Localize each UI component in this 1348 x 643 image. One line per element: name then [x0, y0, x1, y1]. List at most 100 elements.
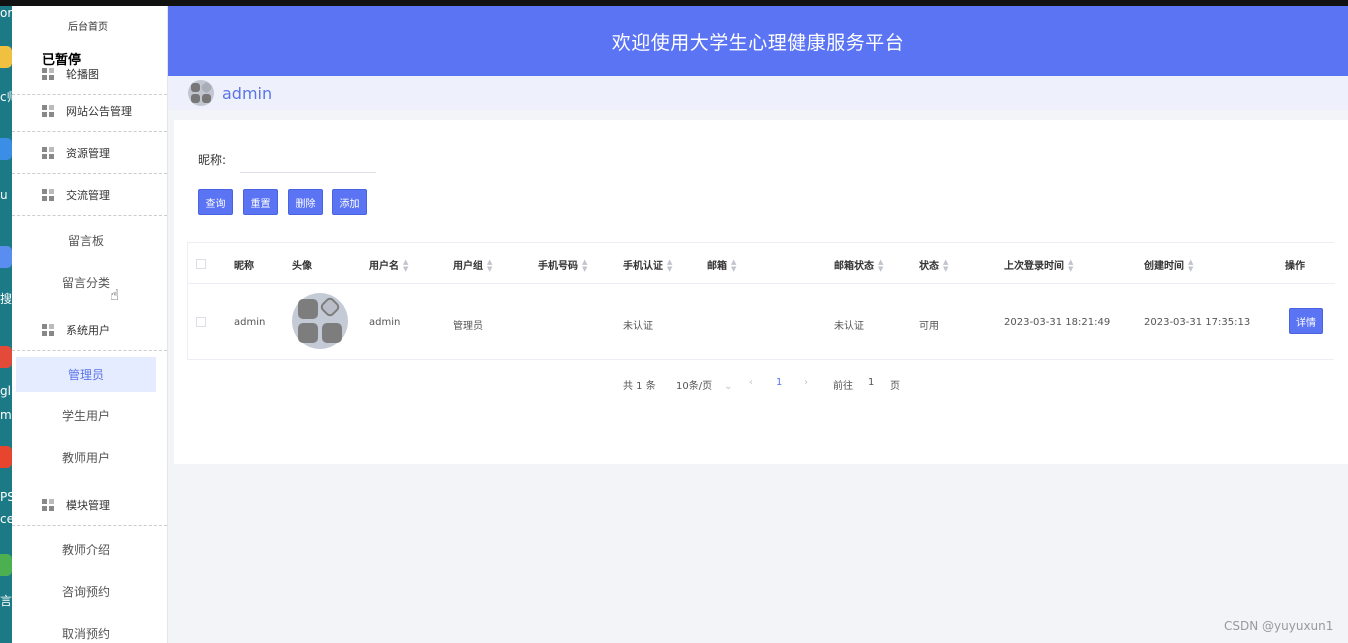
query-button[interactable]: 查询	[198, 189, 233, 215]
column-header-sortable[interactable]: 邮箱 ▲ ▼	[707, 257, 736, 273]
sidebar-home-link[interactable]: 后台首页	[12, 18, 164, 33]
sort-caret-icon[interactable]: ▲ ▼	[1068, 259, 1073, 273]
sidebar-group-label: 系统用户	[66, 323, 110, 337]
cell-phone-verified: 未认证	[623, 321, 653, 332]
sidebar-group-label: 模块管理	[66, 498, 110, 512]
pagination-total: 共 1 条	[623, 381, 656, 392]
desktop-app-icon[interactable]	[0, 246, 12, 268]
sidebar-item-message-board[interactable]: 留言板	[16, 223, 156, 258]
sort-caret-icon[interactable]: ▲ ▼	[667, 259, 672, 273]
sort-caret-icon[interactable]: ▲ ▼	[943, 259, 948, 273]
sidebar-item-student-users[interactable]: 学生用户	[16, 398, 156, 433]
desktop-app-icon[interactable]	[0, 346, 12, 368]
grid-icon	[42, 146, 54, 159]
sidebar-group-carousel[interactable]: 轮播图	[12, 53, 167, 95]
nickname-search-input[interactable]	[240, 145, 376, 173]
page-size-value: 10条/页	[676, 381, 713, 392]
top-header: 欢迎使用大学生心理健康服务平台	[168, 6, 1348, 76]
sidebar-item-message-category[interactable]: 留言分类	[16, 265, 156, 300]
avatar[interactable]	[188, 80, 214, 106]
sidebar-item-cancel-booking[interactable]: 取消预约	[16, 616, 156, 643]
sidebar-item-teacher-users[interactable]: 教师用户	[16, 440, 156, 475]
desktop-app-icon[interactable]	[0, 138, 12, 160]
grid-icon	[42, 104, 54, 117]
sidebar-group-exchange[interactable]: 交流管理	[12, 174, 167, 216]
row-checkbox[interactable]	[196, 317, 206, 327]
reset-button[interactable]: 重置	[243, 189, 278, 215]
column-header-sortable[interactable]: 手机号码 ▲ ▼	[538, 257, 587, 273]
column-header-sortable[interactable]: 状态 ▲ ▼	[919, 257, 948, 273]
column-header-sortable[interactable]: 邮箱状态 ▲ ▼	[834, 257, 883, 273]
sidebar-item-consult-booking[interactable]: 咨询预约	[16, 574, 156, 609]
add-button[interactable]: 添加	[332, 189, 367, 215]
column-header-label: 状态	[919, 261, 939, 272]
desktop-label: 搜	[0, 292, 12, 306]
sidebar-item-teacher-intro[interactable]: 教师介绍	[16, 532, 156, 567]
desktop-background: or c师 u 搜 gl m PS ce 言	[0, 6, 12, 643]
column-header-sortable[interactable]: 手机认证 ▲ ▼	[623, 257, 672, 273]
grid-icon	[42, 188, 54, 201]
delete-button[interactable]: 删除	[288, 189, 323, 215]
hand-cursor-icon: ☝	[110, 286, 120, 304]
user-bar: admin	[168, 76, 1348, 110]
users-table: 昵称 头像 用户名 ▲ ▼ 用户组 ▲ ▼ 手机号码 ▲ ▼ 手机认证 ▲ ▼ 邮箱 ▲ ▼ 邮箱状…	[187, 242, 1335, 360]
column-header-sortable[interactable]: 上次登录时间 ▲ ▼	[1004, 257, 1073, 273]
page-number-current[interactable]: 1	[776, 377, 782, 388]
cell-status: 可用	[919, 321, 939, 332]
column-header-label: 用户名	[369, 261, 399, 272]
desktop-label: m	[0, 408, 12, 422]
cell-username: admin	[369, 317, 401, 328]
cell-created: 2023-03-31 17:35:13	[1144, 317, 1251, 328]
column-header-label: 手机认证	[623, 261, 663, 272]
header-divider	[188, 283, 1335, 284]
sort-caret-icon[interactable]: ▲ ▼	[1188, 259, 1193, 273]
sidebar-group-label: 资源管理	[66, 146, 110, 160]
sort-caret-icon[interactable]: ▲ ▼	[731, 259, 736, 273]
grid-icon	[42, 67, 54, 80]
desktop-label: c师	[0, 90, 12, 104]
chevron-down-icon: ⌄	[724, 381, 733, 392]
current-username: admin	[222, 83, 273, 103]
paused-overlay-text: 已暂停	[42, 53, 82, 68]
next-page-icon[interactable]: ›	[804, 377, 808, 388]
sort-caret-icon[interactable]: ▲ ▼	[878, 259, 883, 273]
desktop-label: ce	[0, 512, 12, 526]
sort-caret-icon[interactable]: ▲ ▼	[487, 259, 492, 273]
cell-group: 管理员	[453, 321, 483, 332]
column-header-label: 手机号码	[538, 261, 578, 272]
sidebar-group-system-users[interactable]: 系统用户	[12, 309, 167, 351]
grid-icon	[42, 498, 54, 511]
column-header-sortable[interactable]: 用户名 ▲ ▼	[369, 257, 408, 273]
sort-caret-icon[interactable]: ▲ ▼	[403, 259, 408, 273]
goto-page-input[interactable]: 1	[868, 377, 874, 388]
sort-caret-icon[interactable]: ▲ ▼	[582, 259, 587, 273]
sidebar-group-notice[interactable]: 网站公告管理	[12, 90, 167, 132]
page-title: 欢迎使用大学生心理健康服务平台	[611, 31, 905, 54]
column-header-label: 邮箱	[707, 261, 727, 272]
desktop-app-icon[interactable]	[0, 554, 12, 576]
sidebar-item-admin[interactable]: 管理员	[16, 357, 156, 392]
desktop-app-icon[interactable]	[0, 46, 12, 68]
sidebar-group-label: 交流管理	[66, 188, 110, 202]
column-header-label: 邮箱状态	[834, 261, 874, 272]
select-all-checkbox[interactable]	[196, 259, 206, 269]
detail-button[interactable]: 详情	[1289, 308, 1323, 334]
goto-label: 前往	[833, 381, 853, 392]
desktop-label: PS	[0, 490, 12, 504]
nickname-search-label: 昵称:	[198, 153, 227, 167]
cell-email-status: 未认证	[834, 321, 864, 332]
column-header-sortable[interactable]: 用户组 ▲ ▼	[453, 257, 492, 273]
column-header-sortable[interactable]: 创建时间 ▲ ▼	[1144, 257, 1193, 273]
prev-page-icon[interactable]: ‹	[749, 377, 753, 388]
cell-last-login: 2023-03-31 18:21:49	[1004, 317, 1111, 328]
desktop-label: 言	[0, 594, 12, 608]
desktop-app-icon[interactable]	[0, 446, 12, 468]
sidebar-group-modules[interactable]: 模块管理	[12, 484, 167, 526]
desktop-label: or	[0, 6, 12, 20]
cell-nickname: admin	[234, 317, 266, 328]
page-size-select[interactable]: 10条/页 ⌄	[676, 377, 732, 392]
column-header-label: 用户组	[453, 261, 483, 272]
desktop-label: gl	[0, 384, 11, 398]
goto-suffix: 页	[890, 381, 900, 392]
sidebar-group-resource[interactable]: 资源管理	[12, 132, 167, 174]
